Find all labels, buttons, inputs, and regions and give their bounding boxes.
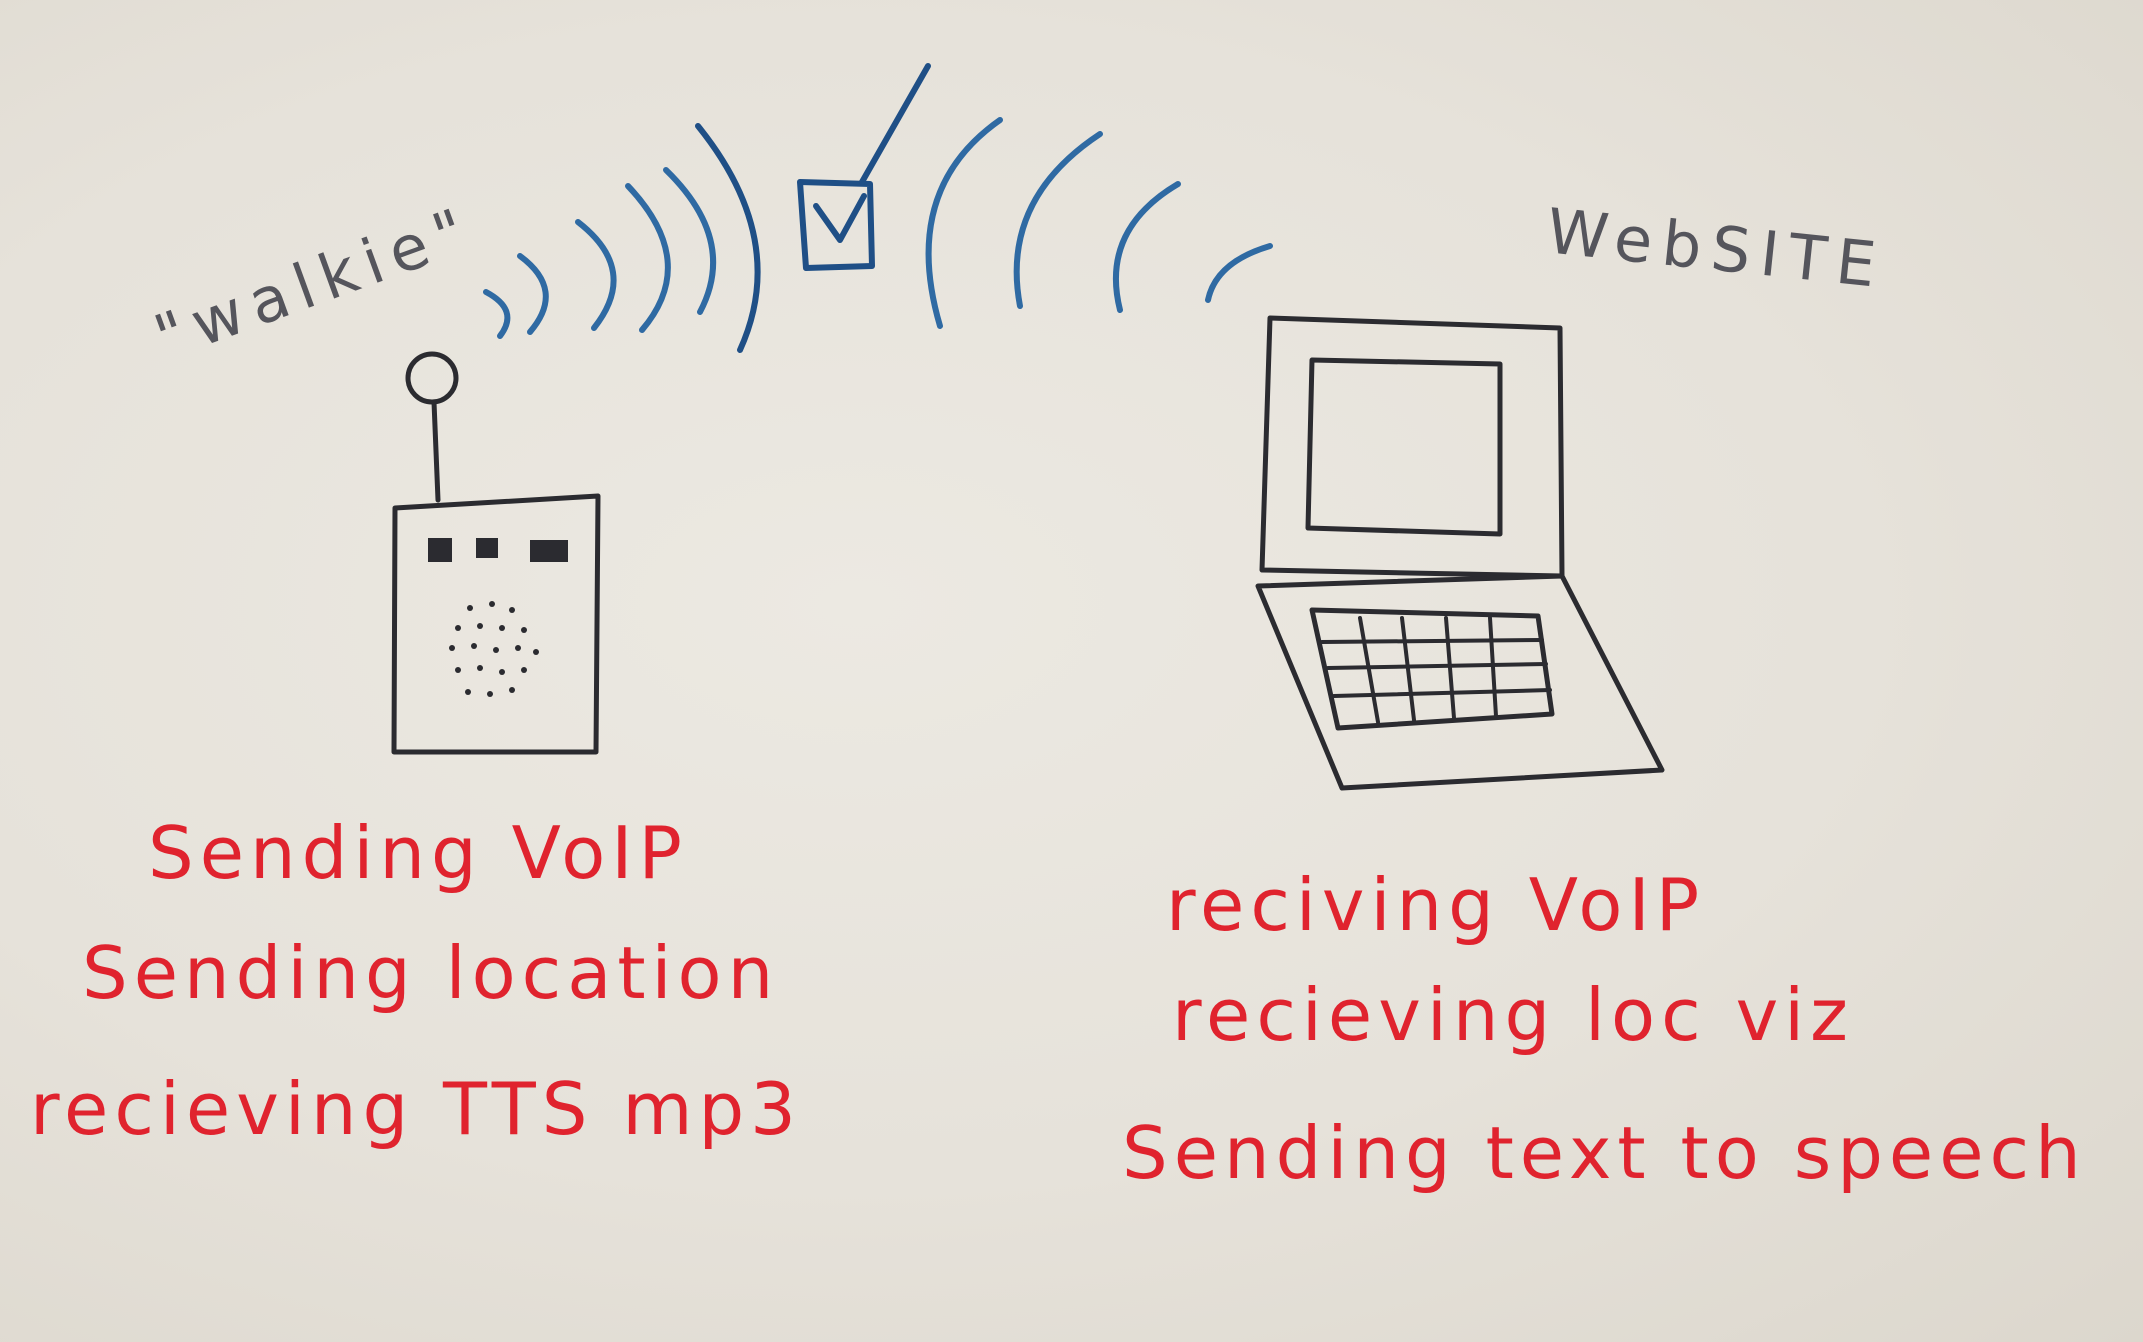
website-capabilities: reciving VoIP recieving loc viz Sending … bbox=[1122, 863, 2087, 1195]
diagram-canvas: "walkie" WebSITE Sending VoIP Sending lo… bbox=[0, 0, 2143, 1342]
laptop-lid bbox=[1259, 315, 1565, 579]
walkie-capability-line: Sending VoIP bbox=[148, 811, 688, 895]
walkie-button bbox=[530, 540, 568, 562]
walkie-capability-line: Sending location bbox=[82, 931, 779, 1015]
wireless-signal-icon bbox=[483, 63, 1273, 353]
website-label: WebSITE bbox=[1543, 194, 1889, 302]
keyboard-grid bbox=[1320, 616, 1552, 724]
walkie-button bbox=[428, 538, 452, 562]
left-signal-waves bbox=[483, 123, 761, 353]
website-capability-line: recieving loc viz bbox=[1172, 973, 1854, 1057]
walkie-body bbox=[391, 493, 601, 755]
laptop-screen bbox=[1305, 357, 1503, 537]
walkie-label: "walkie" bbox=[145, 191, 484, 374]
right-signal-waves bbox=[925, 117, 1273, 329]
antenna bbox=[431, 399, 441, 503]
sketch-drawing: "walkie" WebSITE Sending VoIP Sending lo… bbox=[30, 63, 2087, 1195]
walkie-capability-line: recieving TTS mp3 bbox=[30, 1067, 802, 1151]
website-capability-line: reciving VoIP bbox=[1166, 863, 1705, 947]
website-capability-line: Sending text to speech bbox=[1122, 1111, 2087, 1195]
walkie-button bbox=[476, 538, 498, 558]
laptop-icon bbox=[1255, 315, 1665, 791]
router-icon bbox=[797, 63, 931, 271]
speaker-grille bbox=[449, 601, 539, 697]
walkie-capabilities: Sending VoIP Sending location recieving … bbox=[30, 811, 802, 1151]
antenna-knob bbox=[405, 351, 459, 405]
walkie-talkie-icon bbox=[391, 351, 601, 755]
